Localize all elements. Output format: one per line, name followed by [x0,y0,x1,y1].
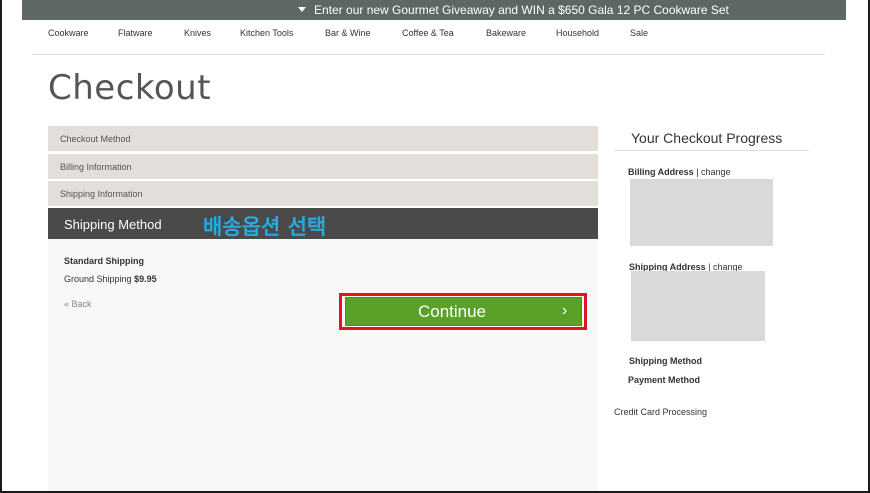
promo-text: Enter our new Gourmet Giveaway and WIN a… [314,3,729,17]
shipping-rate-price: $9.95 [134,274,157,284]
chevron-right-icon: › [562,302,568,319]
progress-title: Your Checkout Progress [631,130,783,146]
window-frame-left [0,0,2,493]
shipping-rate-name: Ground Shipping [64,274,132,284]
nav-divider [32,54,825,55]
billing-address-label: Billing Address [628,167,694,177]
back-link[interactable]: « Back [64,299,92,309]
billing-address-placeholder [630,179,773,246]
promo-banner[interactable]: Enter our new Gourmet Giveaway and WIN a… [22,0,846,20]
annotation-select-shipping-option: 배송옵션 선택 [203,215,327,239]
shipping-address-placeholder [631,271,765,341]
nav-item-flatware[interactable]: Flatware [118,28,153,38]
billing-address-change-link[interactable]: change [701,167,731,177]
nav-item-sale[interactable]: Sale [630,28,648,38]
continue-button-label: Continue [418,302,487,321]
progress-divider [614,150,809,151]
nav-item-coffee-and-tea[interactable]: Coffee & Tea [402,28,454,38]
progress-billing-address: Billing Address | change [628,167,731,177]
shipping-rate-title: Standard Shipping [64,256,144,266]
step-checkout-method[interactable]: Checkout Method [48,126,598,151]
step-billing-information[interactable]: Billing Information [48,154,598,179]
credit-card-processing-note: Credit Card Processing [614,407,708,417]
progress-payment-method: Payment Method [628,375,700,385]
continue-button[interactable]: Continue › [345,297,582,326]
nav-item-household[interactable]: Household [556,28,599,38]
nav-item-kitchen-tools[interactable]: Kitchen Tools [240,28,293,38]
page-title: Checkout [48,68,212,108]
progress-shipping-method: Shipping Method [629,356,702,366]
nav-item-knives[interactable]: Knives [184,28,211,38]
shipping-rate-option: Ground Shipping $9.95 [64,274,157,284]
nav-item-cookware[interactable]: Cookware [48,28,89,38]
shipping-method-label: Shipping Method [629,356,702,366]
nav-item-bar-and-wine[interactable]: Bar & Wine [325,28,371,38]
billing-address-separator: | [693,167,702,177]
step-shipping-information[interactable]: Shipping Information [48,181,598,206]
caret-down-icon [298,7,306,12]
nav-item-bakeware[interactable]: Bakeware [486,28,526,38]
payment-method-label: Payment Method [628,375,701,385]
